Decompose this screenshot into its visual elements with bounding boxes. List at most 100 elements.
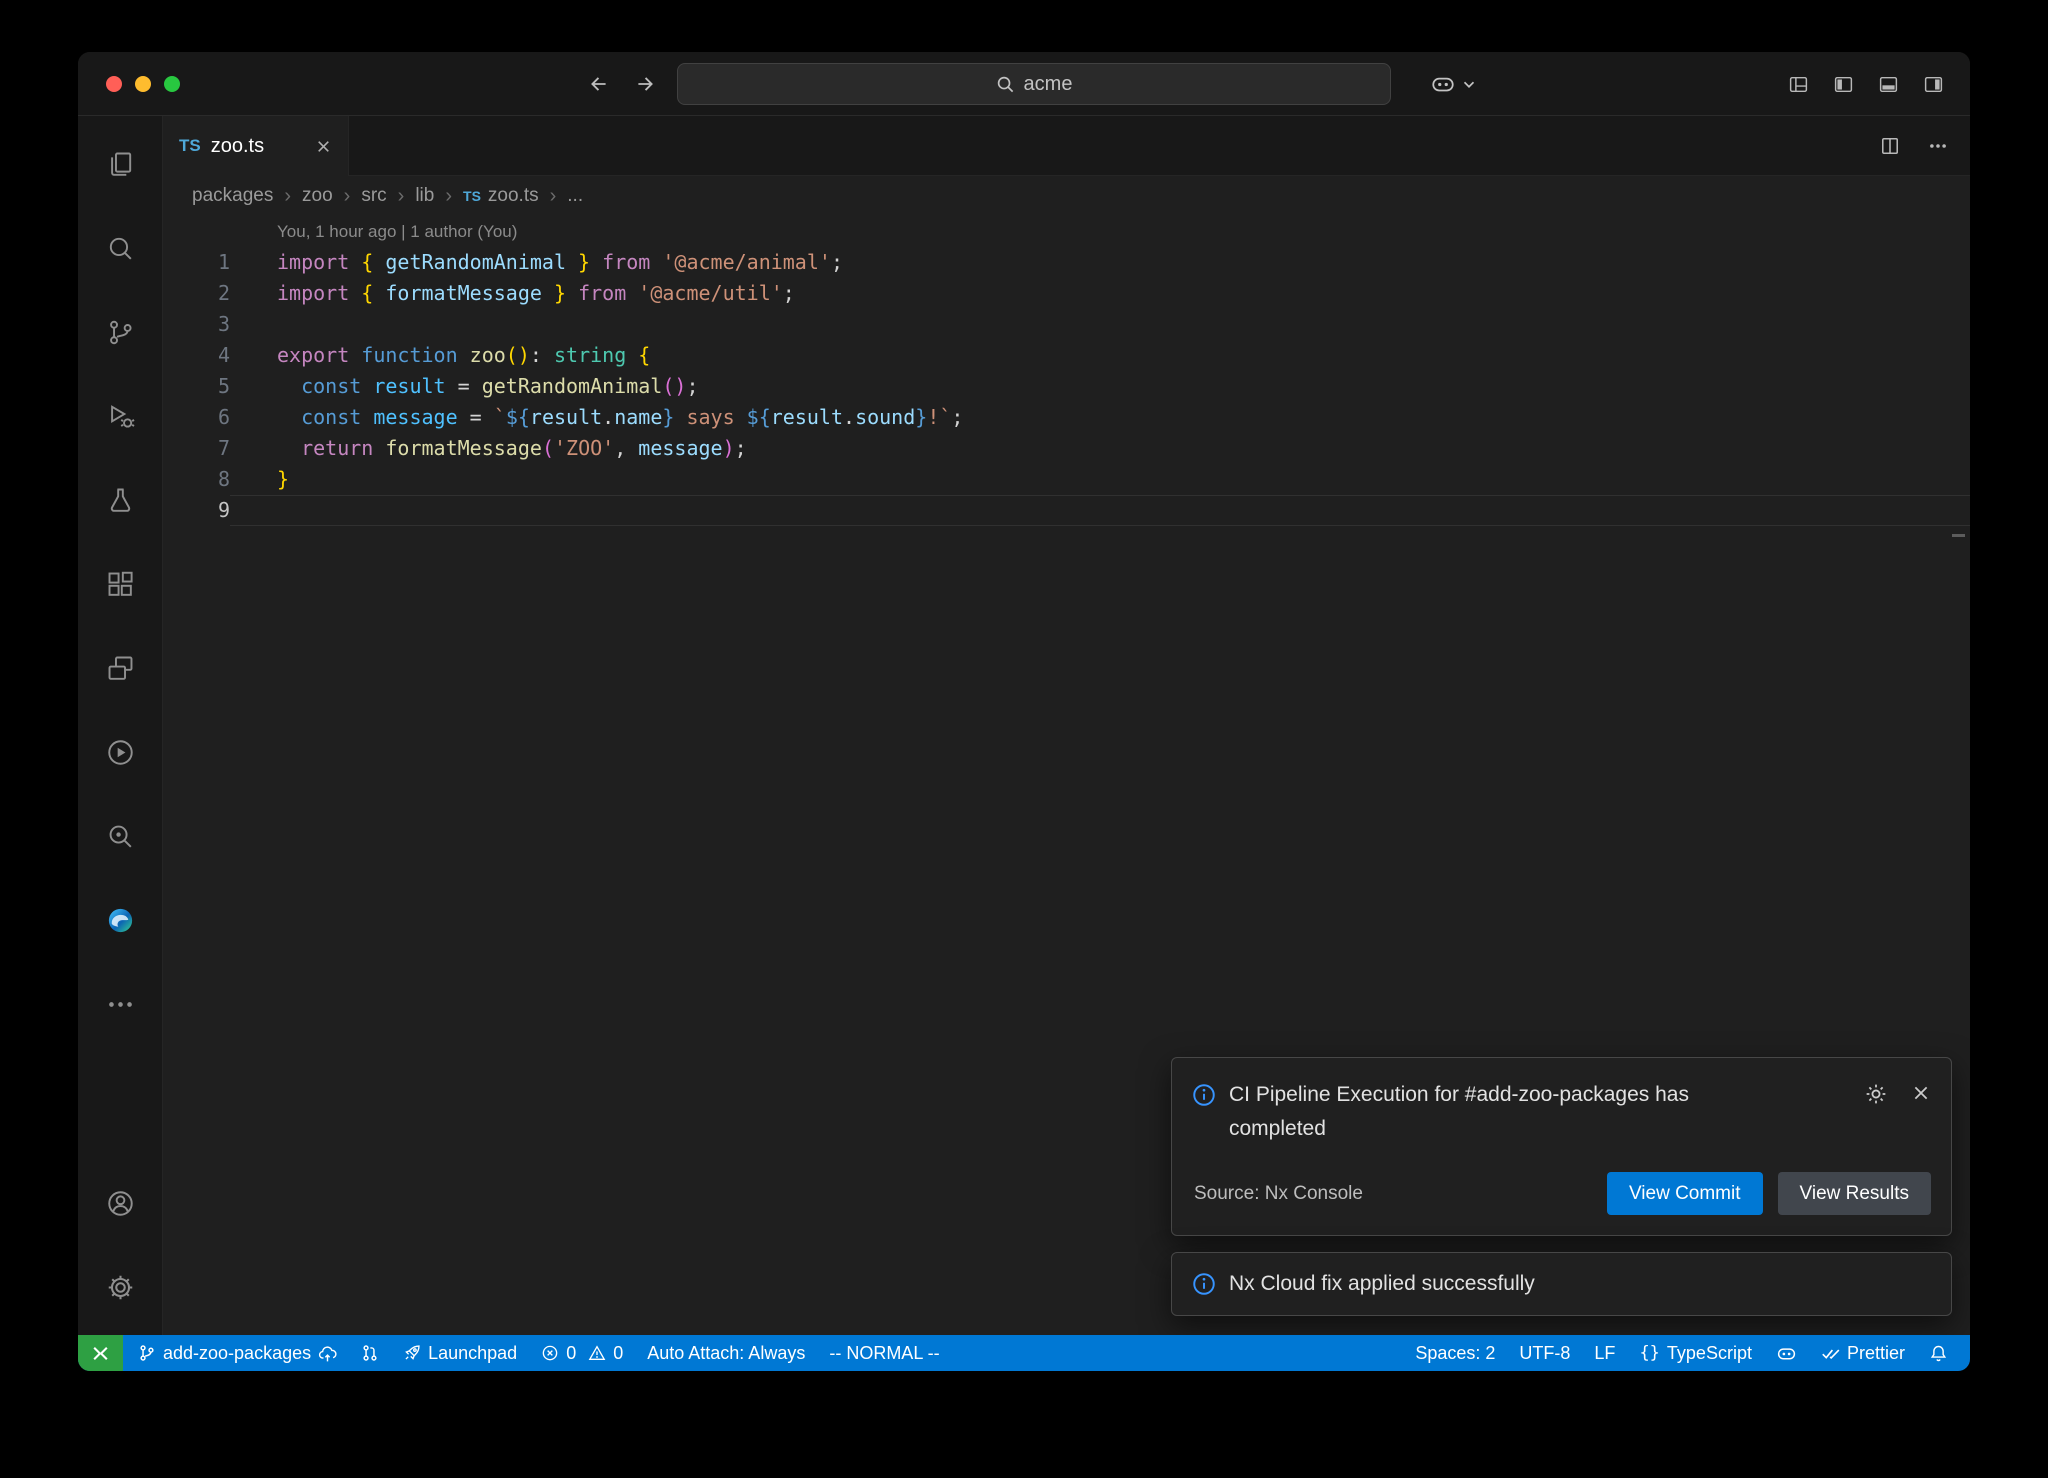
line-number: 1	[163, 247, 230, 278]
code-line[interactable]: import { formatMessage } from '@acme/uti…	[230, 278, 1970, 309]
back-arrow-icon[interactable]	[584, 69, 614, 99]
toggle-panel-icon[interactable]	[1878, 74, 1899, 95]
code-line[interactable]: const result = getRandomAnimal();	[230, 371, 1970, 402]
code-token	[277, 405, 301, 429]
formatter-status-item[interactable]: Prettier	[1809, 1335, 1917, 1371]
code-token: ;	[951, 405, 963, 429]
vim-mode-status-item[interactable]: -- NORMAL --	[817, 1335, 951, 1371]
encoding-status-item[interactable]: UTF-8	[1507, 1335, 1582, 1371]
more-actions-icon[interactable]	[1928, 136, 1948, 156]
layout-controls	[1788, 74, 1944, 95]
code-token: ()	[506, 343, 530, 367]
code-token: result	[530, 405, 602, 429]
code-line[interactable]: }	[230, 464, 1970, 495]
vscode-window: acme	[78, 52, 1970, 1371]
code-token: `	[494, 405, 506, 429]
settings-gear-icon[interactable]	[78, 1245, 162, 1329]
breadcrumb-item[interactable]: zoo	[302, 185, 333, 207]
auto-attach-status-item[interactable]: Auto Attach: Always	[635, 1335, 817, 1371]
code-token: const	[301, 405, 373, 429]
testing-icon[interactable]	[78, 458, 162, 542]
minimize-window-button[interactable]	[135, 76, 151, 92]
extensions-icon[interactable]	[78, 542, 162, 626]
close-tab-icon[interactable]	[315, 138, 332, 155]
code-token	[277, 374, 301, 398]
code-token: says	[674, 405, 746, 429]
zoom-window-button[interactable]	[164, 76, 180, 92]
copilot-icon	[1430, 71, 1456, 97]
code-token: message	[373, 405, 457, 429]
line-number: 4	[163, 340, 230, 371]
indentation-status-item[interactable]: Spaces: 2	[1403, 1335, 1507, 1371]
code-token: result	[771, 405, 843, 429]
branch-status-item[interactable]: add-zoo-packages	[126, 1335, 349, 1371]
run-and-debug-icon[interactable]	[78, 374, 162, 458]
breadcrumb-item[interactable]: packages	[192, 185, 273, 207]
pull-request-status-item[interactable]	[349, 1335, 391, 1371]
account-icon[interactable]	[78, 1161, 162, 1245]
close-window-button[interactable]	[106, 76, 122, 92]
windows-icon[interactable]	[78, 626, 162, 710]
line-number: 5	[163, 371, 230, 402]
notification-toast: CI Pipeline Execution for #add-zoo-packa…	[1171, 1057, 1952, 1236]
status-bar: add-zoo-packages Launchpad 0	[78, 1335, 1970, 1371]
breadcrumb-item[interactable]: src	[361, 185, 386, 207]
code-token: import	[277, 250, 361, 274]
breadcrumb-item[interactable]: ...	[567, 185, 583, 207]
search-sidebar-icon[interactable]	[78, 206, 162, 290]
code-line[interactable]	[230, 495, 1970, 526]
code-token: }	[542, 281, 566, 305]
problems-status-item[interactable]: 0 0	[529, 1335, 635, 1371]
line-number: 7	[163, 433, 230, 464]
code-token: .	[602, 405, 614, 429]
code-line[interactable]	[230, 309, 1970, 340]
explorer-icon[interactable]	[78, 122, 162, 206]
code-search-icon[interactable]	[78, 794, 162, 878]
code-token: export	[277, 343, 361, 367]
code-line[interactable]: return formatMessage('ZOO', message);	[230, 433, 1970, 464]
launchpad-label: Launchpad	[428, 1343, 517, 1364]
breadcrumb-item[interactable]: lib	[415, 185, 434, 207]
line-number: 6	[163, 402, 230, 433]
gitlens-blame-annotation[interactable]: You, 1 hour ago | 1 author (You)	[230, 216, 1970, 247]
code-line[interactable]: import { getRandomAnimal } from '@acme/a…	[230, 247, 1970, 278]
forward-arrow-icon[interactable]	[630, 69, 660, 99]
remote-indicator[interactable]	[78, 1335, 123, 1371]
notification-gear-icon[interactable]	[1865, 1083, 1887, 1105]
line-number: 3	[163, 309, 230, 340]
code-lines: import { getRandomAnimal } from '@acme/a…	[230, 247, 1970, 526]
code-token: 'ZOO'	[554, 436, 614, 460]
code-line[interactable]: const message = `${result.name} says ${r…	[230, 402, 1970, 433]
launchpad-status-item[interactable]: Launchpad	[391, 1335, 529, 1371]
branch-name: add-zoo-packages	[163, 1343, 311, 1364]
toggle-sidebar-left-icon[interactable]	[1833, 74, 1854, 95]
eol-status-item[interactable]: LF	[1582, 1335, 1627, 1371]
more-views-icon[interactable]	[78, 962, 162, 1046]
code-token: {	[626, 343, 650, 367]
source-control-icon[interactable]	[78, 290, 162, 374]
breadcrumb-item[interactable]: TSzoo.ts	[463, 185, 539, 207]
breadcrumb-separator: ›	[550, 185, 557, 208]
customize-layout-icon[interactable]	[1788, 74, 1809, 95]
view-results-button[interactable]: View Results	[1778, 1172, 1931, 1215]
line-number: 2	[163, 278, 230, 309]
editor-actions	[1880, 116, 1948, 176]
copilot-status-item[interactable]	[1764, 1335, 1809, 1371]
toggle-sidebar-right-icon[interactable]	[1923, 74, 1944, 95]
notification-close-icon[interactable]	[1911, 1083, 1931, 1105]
copilot-menu[interactable]	[1430, 69, 1475, 99]
breadcrumb-separator: ›	[284, 185, 291, 208]
tab-zoo-ts[interactable]: TS zoo.ts	[163, 116, 349, 176]
edge-browser-icon[interactable]	[78, 878, 162, 962]
code-token	[277, 436, 301, 460]
notifications-bell-item[interactable]	[1917, 1335, 1960, 1371]
code-token: name	[614, 405, 662, 429]
code-line[interactable]: export function zoo(): string {	[230, 340, 1970, 371]
code-token: .	[843, 405, 855, 429]
split-editor-icon[interactable]	[1880, 136, 1900, 156]
command-center-search[interactable]: acme	[677, 63, 1391, 105]
run-circle-icon[interactable]	[78, 710, 162, 794]
language-status-item[interactable]: {} TypeScript	[1627, 1335, 1764, 1371]
view-commit-button[interactable]: View Commit	[1607, 1172, 1763, 1215]
code-token: ;	[783, 281, 795, 305]
